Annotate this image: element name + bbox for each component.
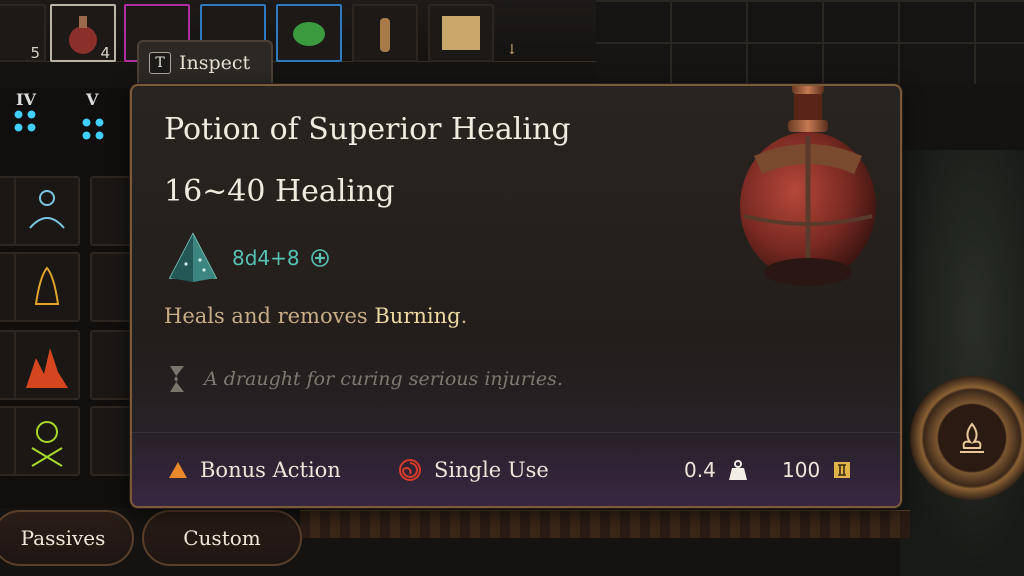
usage-label: Single Use [434,457,549,482]
healing-potion-icon [740,86,876,286]
item-title: Potion of Superior Healing [164,112,571,147]
spell-slot-icon [80,116,106,142]
inventory-slot-selected[interactable]: 4 [50,4,116,62]
scroll-fragment-icon [170,366,184,392]
action-type-label: Bonus Action [200,457,341,482]
fire-burst-icon [26,348,68,388]
hotbar-slot-poison[interactable] [14,406,80,476]
inspect-button[interactable]: T Inspect [137,40,273,84]
keybind-key: T [149,52,171,74]
spell-slot-icon [12,108,38,134]
usage-type: Single Use [398,458,549,482]
inventory-slot[interactable] [352,4,418,62]
gold-value: 100 [782,457,821,482]
spiral-single-use-icon [399,458,421,481]
item-description: Heals and removes Burning. [164,304,467,328]
inventory-grid [596,0,1024,84]
item-weight: 0.4 [684,458,748,482]
tooltip-footer: Bonus Action Single Use 0.4 100 [132,432,900,506]
bottle-item-icon [380,18,390,52]
inspect-label: Inspect [179,52,251,74]
hotbar-slot-meditate[interactable] [14,176,80,246]
meditate-icon [29,190,65,229]
hotbar-slot-fire[interactable] [14,252,80,322]
inventory-slot[interactable] [276,4,342,62]
camp-button[interactable] [910,376,1024,500]
hotbar-label: V [86,90,99,109]
description-prefix: Heals and removes [164,304,375,328]
dice-row: 8d4+8 [164,230,330,286]
weight-value: 0.4 [684,457,716,482]
inventory-slot[interactable] [428,4,494,62]
plus-circle-icon [310,249,329,267]
slot-quantity: 4 [100,44,110,62]
description-suffix: . [460,304,468,328]
slot-quantity: 5 [30,44,40,62]
burning-keyword[interactable]: Burning [374,304,460,328]
weight-icon [728,459,747,480]
item-value: 100 [782,458,852,482]
scroll-item-icon [442,16,480,50]
scene-backdrop [900,150,1024,576]
healing-amount: 16~40 Healing [164,174,395,209]
tab-passives[interactable]: Passives [0,510,134,566]
d4-dice-icon [168,232,218,282]
green-gem-item-icon [293,22,325,46]
campfire-icon [960,422,984,453]
hotbar-label: IV [16,90,36,109]
flame-hands-icon [34,266,60,305]
poison-skull-icon [31,421,63,467]
ornament-border [300,510,910,538]
dice-formula: 8d4+8 [232,246,300,270]
gold-coin-icon [834,461,851,478]
triangle-bonus-action-icon [169,461,187,478]
flavor-row: A draught for curing serious injuries. [164,362,563,396]
scroll-down-arrow-icon[interactable]: ↓ [506,42,518,58]
tab-custom[interactable]: Custom [142,510,302,566]
hotbar-slot-burn[interactable] [14,330,80,400]
action-type: Bonus Action [168,458,341,482]
inventory-slot[interactable]: 5 [0,4,46,62]
item-tooltip: Potion of Superior Healing 16~40 Healing… [130,84,902,508]
flavor-text: A draught for curing serious injuries. [204,368,563,390]
